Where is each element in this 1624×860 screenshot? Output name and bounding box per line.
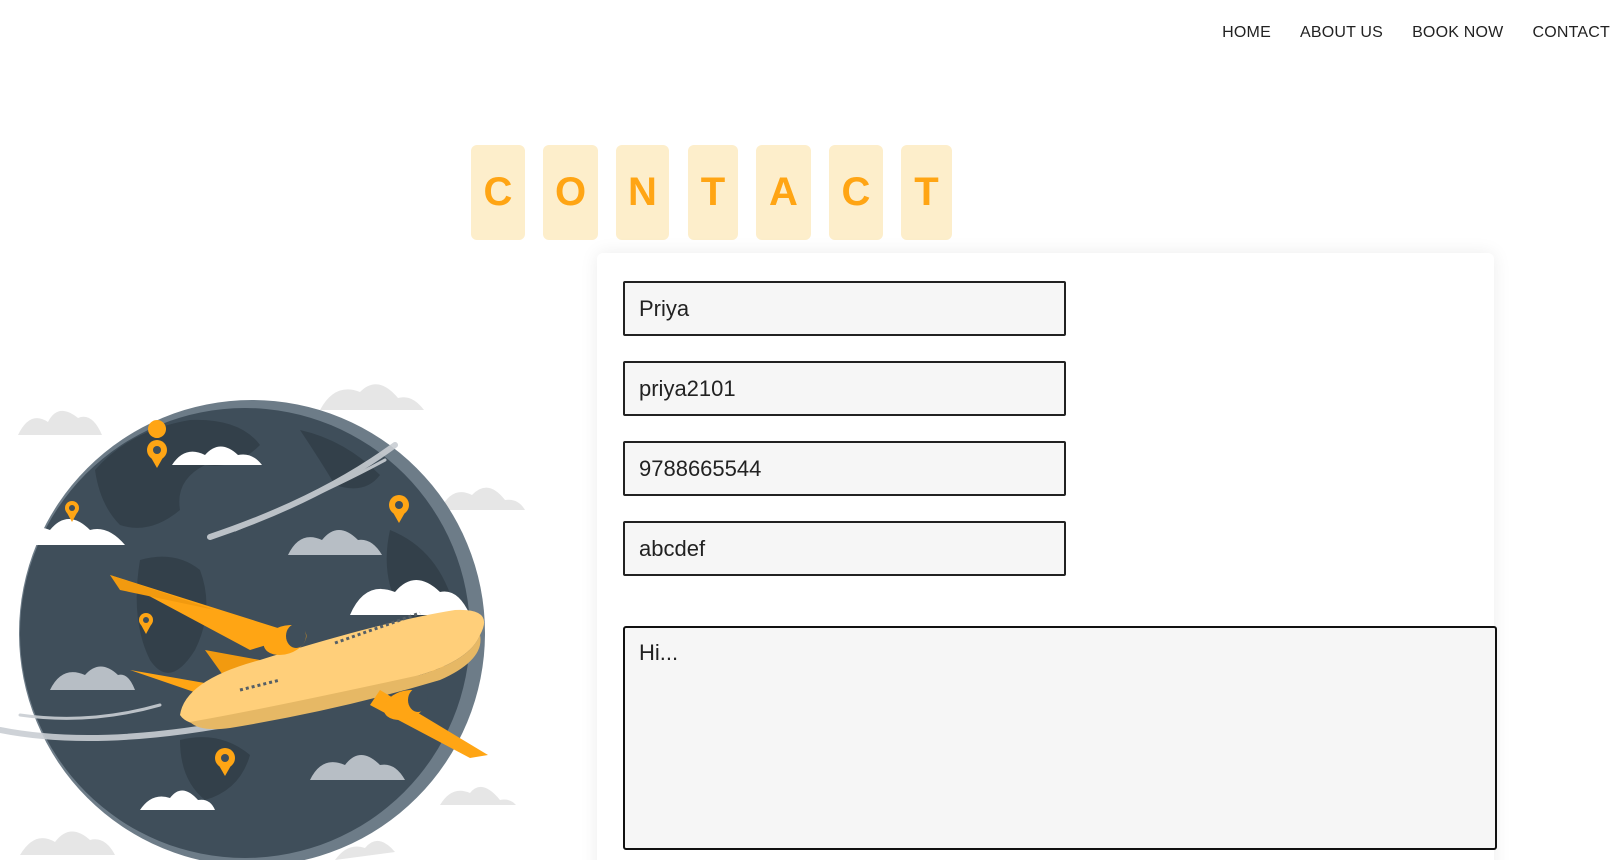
message-textarea[interactable]: Hi... <box>623 626 1497 850</box>
top-nav: HOME ABOUT US BOOK NOW CONTACT <box>1193 22 1610 44</box>
title-letter-tile: C <box>471 145 525 240</box>
nav-book-now-link[interactable]: BOOK NOW <box>1383 22 1503 44</box>
contact-form-card: Hi... <box>597 253 1497 860</box>
contact-page: HOME ABOUT US BOOK NOW CONTACT C O N T A… <box>0 0 1624 860</box>
nav-home-link[interactable]: HOME <box>1193 22 1271 44</box>
title-letter-tile: T <box>901 145 952 240</box>
nav-contact-link[interactable]: CONTACT <box>1503 22 1610 44</box>
nav-about-us-link[interactable]: ABOUT US <box>1271 22 1383 44</box>
name-input[interactable] <box>623 281 1066 336</box>
title-letter-tile: O <box>543 145 598 240</box>
title-letter-tile: A <box>756 145 811 240</box>
username-input[interactable] <box>623 361 1066 416</box>
title-letter-tile: T <box>688 145 738 240</box>
password-input[interactable] <box>623 521 1066 576</box>
title-letter-tile: C <box>829 145 883 240</box>
globe-airplane-illustration <box>0 384 525 860</box>
phone-input[interactable] <box>623 441 1066 496</box>
title-letter-tile: N <box>616 145 669 240</box>
